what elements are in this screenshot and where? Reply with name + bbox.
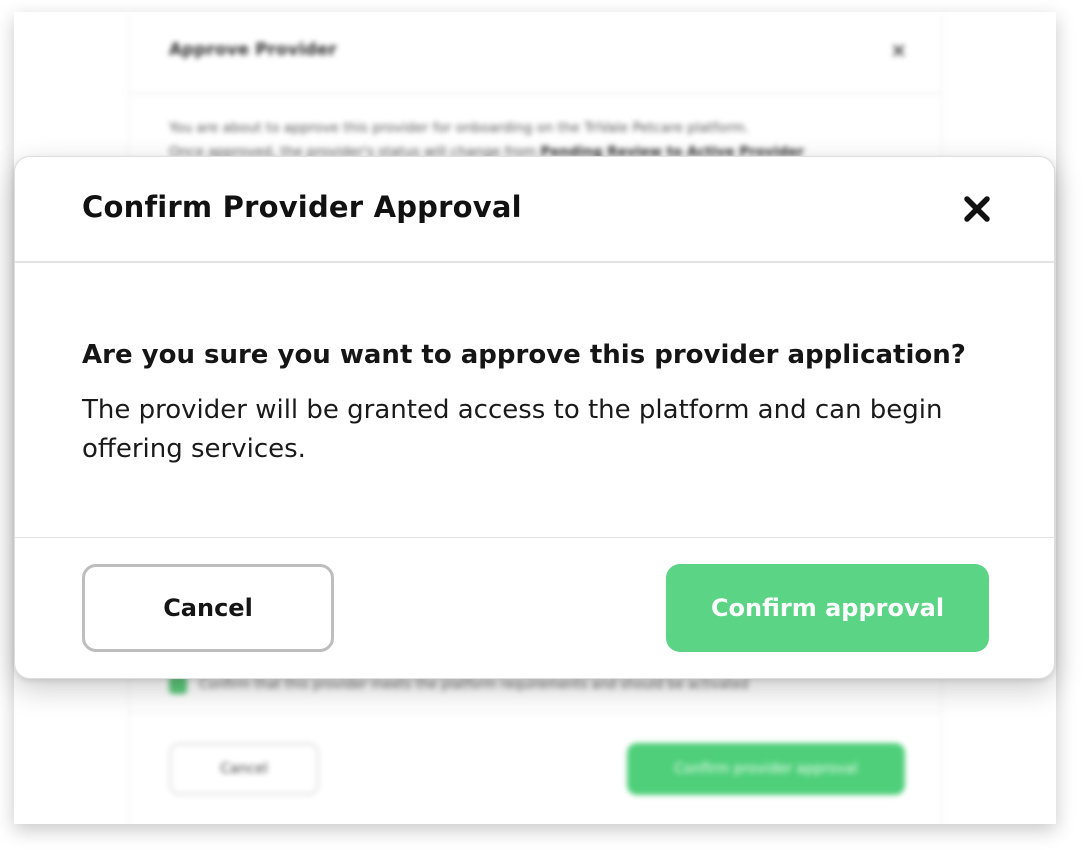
background-confirm-button: Confirm provider approval <box>627 743 905 795</box>
background-close-icon: × <box>890 38 907 62</box>
cancel-button[interactable]: Cancel <box>82 564 334 652</box>
background-dialog-header: Approve Provider × <box>129 12 941 94</box>
confirmation-question: Are you sure you want to approve this pr… <box>82 340 966 370</box>
background-body-line-1: You are about to approve this provider f… <box>169 120 749 136</box>
confirmation-explanation: The provider will be granted access to t… <box>82 395 943 464</box>
background-cancel-button: Cancel <box>169 743 319 795</box>
background-checkbox-label: Confirm that this provider meets the pla… <box>199 677 749 693</box>
close-icon-glyph <box>964 196 990 222</box>
modal-body: Are you sure you want to approve this pr… <box>15 263 1054 538</box>
confirm-approval-modal: Confirm Provider Approval Are you sure y… <box>14 156 1055 679</box>
modal-title: Confirm Provider Approval <box>82 190 522 224</box>
background-dialog-title: Approve Provider <box>169 40 337 60</box>
background-dialog-footer: Cancel Confirm provider approval <box>129 712 941 824</box>
modal-footer: Cancel Confirm approval <box>15 538 1054 678</box>
modal-header: Confirm Provider Approval <box>15 157 1054 263</box>
close-icon[interactable] <box>962 194 992 224</box>
confirm-approval-button[interactable]: Confirm approval <box>666 564 989 652</box>
